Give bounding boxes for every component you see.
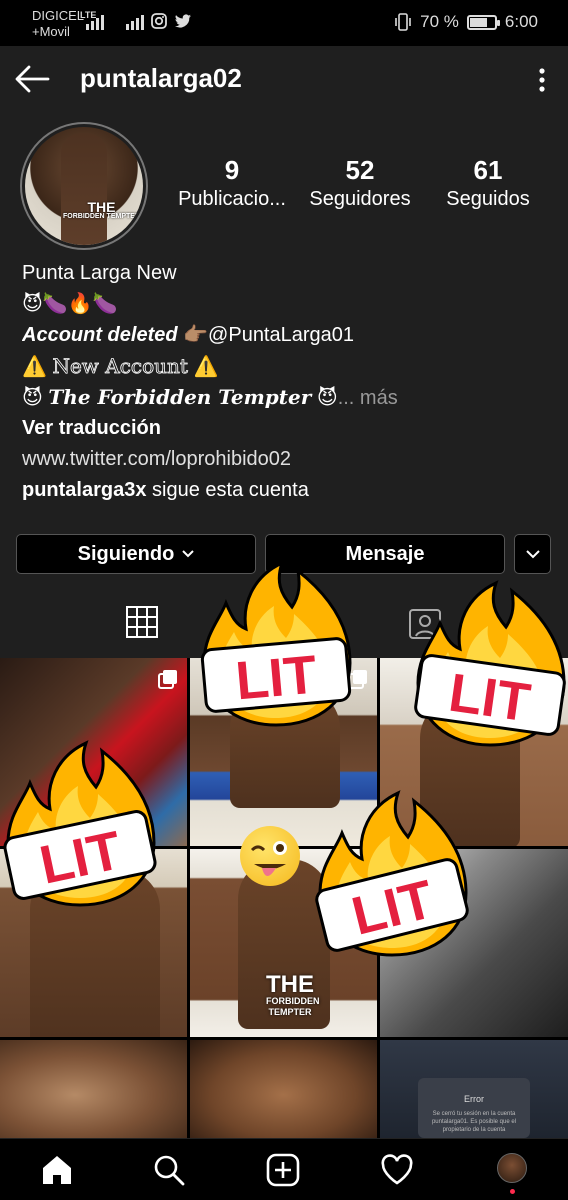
avatar-figure — [61, 133, 107, 245]
bottom-nav — [0, 1138, 568, 1200]
post-thumbnail[interactable] — [0, 1040, 187, 1138]
profile-name: Punta Larga New — [22, 262, 177, 284]
avatar-logo: THE FORBIDDEN TEMPTER — [63, 199, 140, 220]
stat-followers[interactable]: 52 Seguidores — [296, 154, 424, 212]
twitter-icon — [175, 14, 191, 28]
winking-tongue-emoji-sticker — [240, 826, 300, 886]
arrow-left-icon[interactable] — [14, 64, 50, 94]
status-bar: DIGICEL +Movil LTE 70 % 6:00 — [0, 0, 568, 46]
stat-following[interactable]: 61 Seguidos — [424, 154, 552, 212]
multiple-photos-icon — [158, 670, 177, 689]
profile-header: puntalarga02 — [0, 46, 568, 114]
profile-avatar[interactable] — [497, 1153, 527, 1183]
add-post-icon[interactable] — [266, 1153, 300, 1187]
website-link[interactable]: www.twitter.com/loprohibido02 — [22, 444, 552, 475]
avatar-image: THE FORBIDDEN TEMPTER — [25, 127, 143, 245]
page-title: puntalarga02 — [80, 63, 242, 93]
signal-icon — [86, 14, 104, 30]
carrier-label: DIGICEL +Movil — [32, 8, 85, 39]
instagram-icon — [151, 13, 167, 29]
bio-deleted-line: Account deleted 👉🏽@PuntaLarga01 — [22, 324, 355, 346]
followed-by[interactable]: puntalarga3x sigue esta cuenta — [22, 475, 552, 506]
avatar[interactable]: THE FORBIDDEN TEMPTER — [20, 122, 148, 250]
lit-text: LIT — [233, 645, 319, 712]
translate-link[interactable]: Ver traducción — [22, 413, 552, 444]
vibrate-icon — [395, 13, 411, 31]
battery-percent: 70 % — [420, 12, 459, 31]
clock: 6:00 — [504, 12, 538, 31]
suggested-toggle-button[interactable] — [514, 534, 551, 574]
post-thumbnail[interactable] — [190, 1040, 377, 1138]
battery-fill — [469, 17, 487, 27]
chevron-down-icon — [525, 549, 540, 558]
lit-text: LIT — [445, 663, 534, 734]
stat-posts[interactable]: 9 Publicacio... — [168, 154, 296, 212]
grid-icon[interactable] — [126, 606, 158, 638]
profile-bio: Punta Larga New 😈🍆🔥🍆 Account deleted 👉🏽@… — [22, 258, 552, 506]
more-link[interactable]: ... más — [338, 387, 398, 409]
profile-stats: 9 Publicacio... 52 Seguidores 61 Seguido… — [168, 154, 552, 212]
bio-emoji-line: 😈🍆🔥🍆 — [22, 293, 118, 315]
lit-fire-sticker: LIT — [414, 580, 566, 747]
search-icon[interactable] — [152, 1153, 186, 1187]
the-forbidden-tempter-logo: THE FORBIDDEN TEMPTER — [266, 971, 320, 1018]
battery-icon — [466, 14, 500, 30]
error-dialog-in-photo: Error Se cerró tu sesión en la cuenta pu… — [418, 1078, 530, 1138]
lit-fire-sticker: LIT — [315, 790, 469, 957]
home-icon[interactable] — [40, 1153, 74, 1187]
more-vertical-icon[interactable] — [532, 66, 552, 94]
lit-fire-sticker: LIT — [3, 740, 157, 907]
chevron-down-icon — [182, 550, 195, 558]
notification-dot — [510, 1189, 515, 1194]
bio-new-account-line: ⚠️ New Account ⚠️ — [22, 354, 219, 379]
heart-icon[interactable] — [380, 1153, 414, 1187]
signal-icon — [126, 14, 144, 30]
bio-tagline: 😈 The Forbidden Tempter 😈... más — [22, 385, 398, 409]
lit-fire-sticker: LIT — [200, 560, 352, 727]
